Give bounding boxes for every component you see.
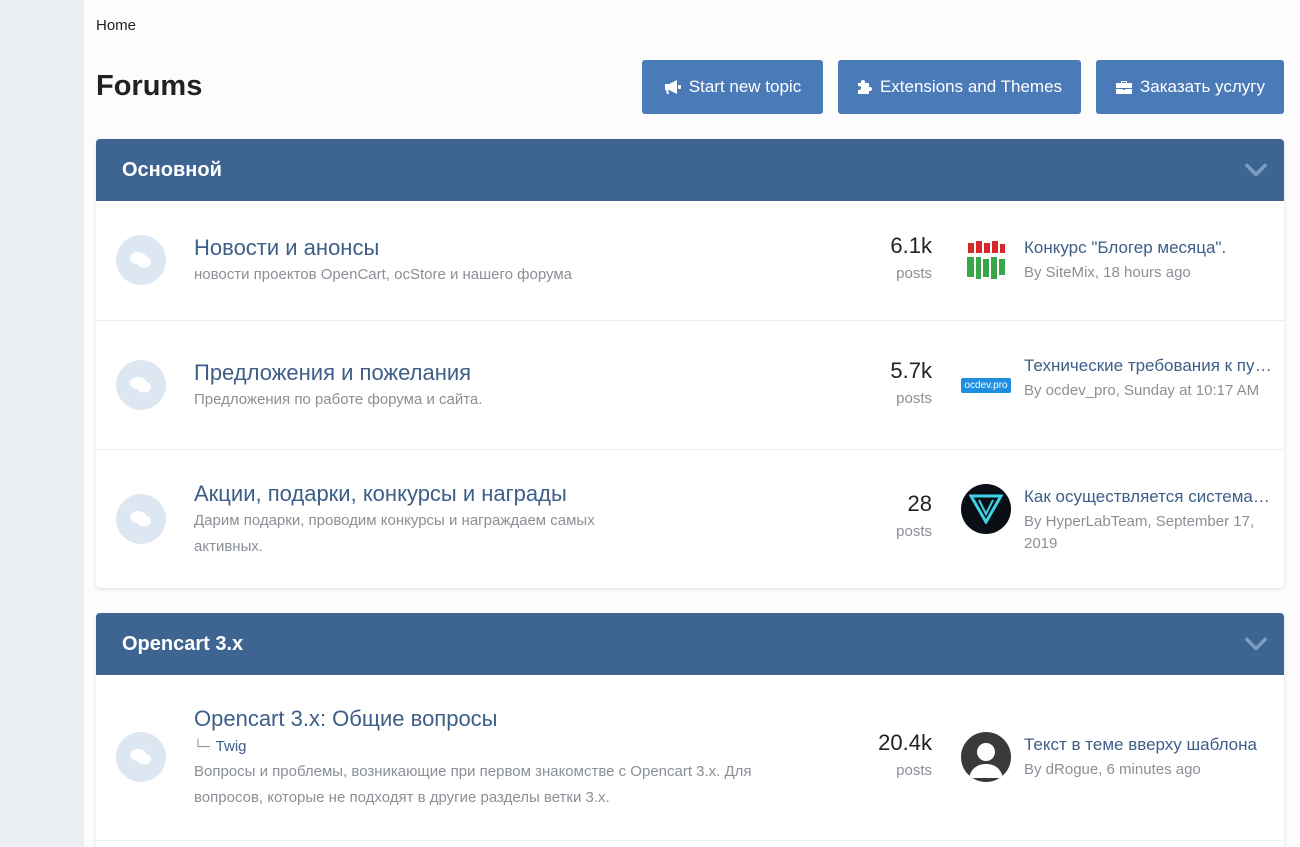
page-title: Forums	[96, 70, 203, 102]
category-opencart-3x: Opencart 3.x Opencart 3.x: Общие вопросы…	[96, 613, 1284, 847]
forum-description: Дарим подарки, проводим конкурсы и награ…	[194, 512, 595, 555]
default-user-avatar[interactable]	[961, 732, 1011, 782]
extensions-themes-label: Extensions and Themes	[879, 77, 1063, 96]
main-content: Home Forums Start new topic Extensions a…	[84, 0, 1300, 847]
category-title: Opencart 3.x	[122, 632, 244, 655]
start-new-topic-label: Start new topic	[688, 77, 802, 96]
megaphone-icon	[664, 80, 681, 94]
post-count: 6.1k posts	[890, 233, 932, 282]
forum-row: Opencart 3.x: Общие вопросы └─ Twig Вопро…	[96, 675, 1284, 841]
ocdev-logo-icon: ocdev.pro	[961, 377, 1011, 393]
chevron-down-icon[interactable]	[1244, 160, 1268, 181]
sitemix-logo-icon	[961, 235, 1011, 285]
post-count-value: 28	[907, 491, 932, 516]
post-count-label: posts	[896, 265, 932, 282]
left-rail	[0, 0, 84, 847]
last-post-title[interactable]: Текст в теме вверху шаблона	[1024, 735, 1274, 755]
post-count-label: posts	[896, 523, 932, 540]
hyperlab-logo-icon	[969, 494, 1003, 524]
post-count: 5.7k posts	[890, 358, 932, 407]
forum-description: Предложения по работе форума и сайта.	[194, 391, 483, 408]
last-post-title[interactable]: Технические требования к публикации	[1024, 356, 1274, 376]
forum-title[interactable]: Предложения и пожелания	[194, 360, 471, 386]
user-silhouette-icon	[969, 743, 1003, 778]
last-post-meta: By ocdev_pro, Sunday at 10:17 AM	[1024, 382, 1260, 399]
forum-description: Вопросы и проблемы, возникающие при перв…	[194, 763, 752, 806]
forum-title[interactable]: Opencart 3.x: Общие вопросы	[194, 706, 498, 732]
chat-bubbles-icon	[116, 494, 166, 544]
forum-row: Предложения и пожелания Предложения по р…	[96, 321, 1284, 450]
subforum-arrow-icon: └─	[194, 740, 210, 755]
post-count: 28 posts	[896, 491, 932, 540]
category-main: Основной Новости и анонсы новости проект…	[96, 139, 1284, 588]
subforum-link[interactable]: └─ Twig	[194, 738, 247, 755]
forum-title[interactable]: Новости и анонсы	[194, 235, 379, 261]
puzzle-icon	[857, 80, 872, 94]
last-post-title[interactable]: Как осуществляется система наград	[1024, 487, 1274, 507]
briefcase-icon	[1116, 81, 1133, 94]
forum-row: Акции, подарки, конкурсы и награды Дарим…	[96, 450, 1284, 588]
start-new-topic-button[interactable]: Start new topic	[642, 60, 823, 114]
post-count-label: posts	[896, 762, 932, 779]
hyperlab-avatar[interactable]	[961, 484, 1011, 534]
last-post-meta: By dRogue, 6 minutes ago	[1024, 761, 1201, 778]
post-count-value: 20.4k	[878, 730, 932, 755]
forum-row: Новости и анонсы новости проектов OpenCa…	[96, 201, 1284, 321]
extensions-themes-button[interactable]: Extensions and Themes	[838, 60, 1081, 114]
category-header: Opencart 3.x	[96, 613, 1284, 675]
subforum-label: Twig	[215, 738, 247, 755]
order-service-button[interactable]: Заказать услугу	[1096, 60, 1284, 114]
category-header: Основной	[96, 139, 1284, 201]
chat-bubbles-icon	[116, 732, 166, 782]
post-count-value: 6.1k	[890, 233, 932, 258]
chevron-down-icon[interactable]	[1244, 634, 1268, 655]
forum-description: новости проектов OpenCart, ocStore и наш…	[194, 266, 573, 283]
chat-bubbles-icon	[116, 235, 166, 285]
last-post-title[interactable]: Конкурс "Блогер месяца".	[1024, 238, 1274, 258]
post-count-label: posts	[896, 390, 932, 407]
breadcrumb[interactable]: Home	[96, 17, 136, 34]
last-post-meta: By HyperLabTeam, September 17, 2019	[1024, 513, 1255, 552]
sitemix-avatar[interactable]	[961, 235, 1011, 285]
chat-bubbles-icon	[116, 360, 166, 410]
ocdev-avatar[interactable]: ocdev.pro	[961, 360, 1011, 410]
post-count-value: 5.7k	[890, 358, 932, 383]
last-post-meta: By SiteMix, 18 hours ago	[1024, 264, 1191, 281]
order-service-label: Заказать услугу	[1140, 77, 1265, 96]
category-title: Основной	[122, 158, 222, 181]
post-count: 20.4k posts	[878, 730, 932, 779]
forum-title[interactable]: Акции, подарки, конкурсы и награды	[194, 481, 567, 507]
